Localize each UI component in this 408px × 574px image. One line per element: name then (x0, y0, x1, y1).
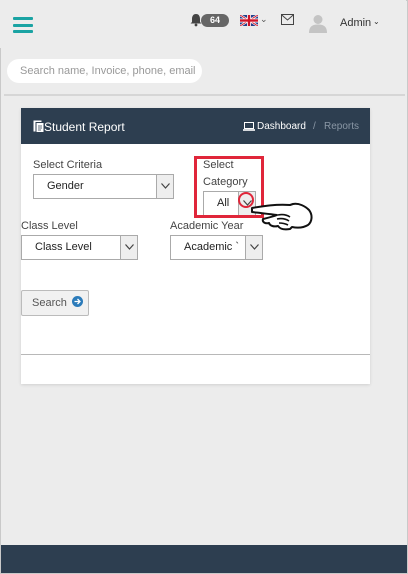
class-level-label: Class Level (21, 220, 78, 232)
top-bar: 64 ⌄ Admin ⌄ (0, 0, 406, 48)
class-level-value: Class Level (35, 241, 92, 253)
academic-year-value: Academic ` (184, 241, 240, 253)
page-title: Student Report (44, 120, 125, 134)
search-button[interactable]: Search (21, 290, 89, 316)
divider (4, 94, 405, 96)
chevron-down-icon[interactable]: ⌄ (260, 14, 268, 25)
academic-year-dropdown[interactable]: Academic ` (170, 235, 263, 260)
avatar-icon[interactable] (308, 13, 328, 33)
select-criteria-dropdown[interactable]: Gender (33, 174, 174, 199)
search-input[interactable] (7, 59, 202, 83)
select-criteria-value: Gender (47, 180, 84, 192)
divider (21, 354, 370, 355)
breadcrumb-dashboard-link[interactable]: Dashboard (257, 121, 306, 132)
card-header: Student Report Dashboard / Reports (21, 108, 370, 144)
search-button-label: Search (32, 297, 67, 309)
breadcrumb-separator: / (313, 121, 316, 132)
chevron-down-icon[interactable] (156, 175, 173, 198)
mail-icon[interactable] (281, 14, 294, 25)
footer-bar (1, 545, 407, 573)
class-level-dropdown[interactable]: Class Level (21, 235, 138, 260)
breadcrumb-current: Reports (324, 121, 360, 132)
user-name[interactable]: Admin (340, 17, 371, 29)
chevron-down-icon[interactable] (120, 236, 137, 259)
select-criteria-label: Select Criteria (33, 159, 103, 171)
menu-toggle-icon[interactable] (13, 17, 33, 33)
arrow-right-circle-icon (71, 296, 83, 307)
student-report-card: Student Report Dashboard / Reports Selec… (21, 108, 370, 384)
laptop-icon (243, 122, 255, 131)
academic-year-label: Academic Year (170, 220, 244, 232)
notification-badge: 64 (201, 14, 229, 27)
chevron-down-icon[interactable]: ⌄ (373, 17, 380, 26)
chevron-down-icon[interactable] (245, 236, 262, 259)
uk-flag-icon[interactable] (240, 15, 258, 26)
pointing-hand-icon (251, 202, 313, 231)
